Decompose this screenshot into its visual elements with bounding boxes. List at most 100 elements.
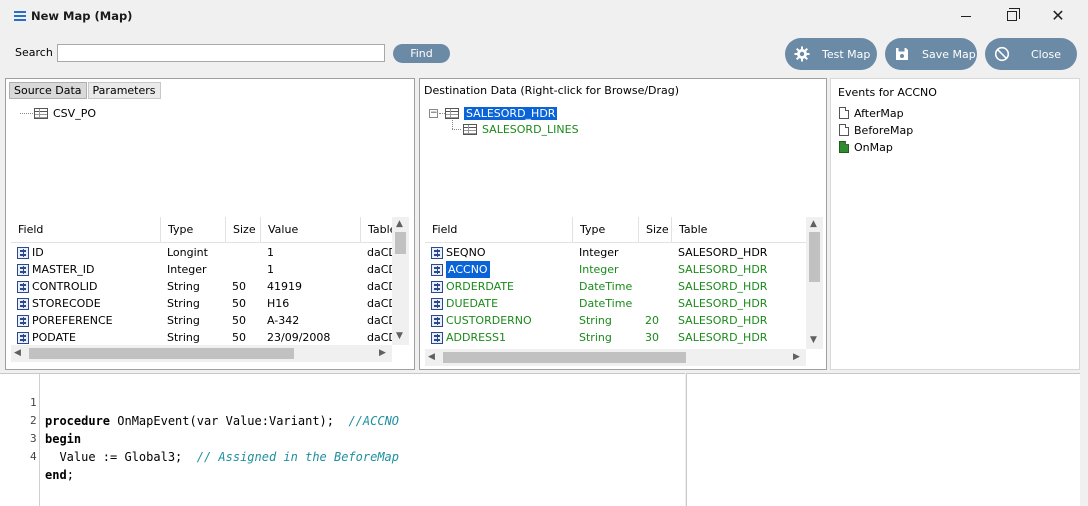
close-label: Close — [1031, 48, 1061, 61]
code-line[interactable]: 4 end; — [0, 430, 74, 482]
table-row[interactable]: DUEDATE DateTime SALESORD_HDR — [425, 295, 806, 312]
scroll-thumb[interactable] — [809, 232, 820, 282]
field-value: 23/09/2008 — [267, 331, 331, 344]
field-table: daCD — [367, 280, 392, 293]
field-icon — [431, 314, 443, 327]
table-icon — [445, 107, 459, 119]
field-value: 1 — [267, 263, 274, 276]
test-map-button[interactable]: Test Map — [785, 38, 877, 70]
field-type: Integer — [167, 263, 207, 276]
event-item-aftermap[interactable]: AfterMap — [839, 106, 904, 120]
code-line[interactable]: 2 begin — [0, 394, 81, 446]
scroll-thumb[interactable] — [395, 232, 406, 254]
code-line[interactable]: 3 Value := Global3; // Assigned in the B… — [0, 412, 399, 464]
column-header-size[interactable]: Size — [639, 217, 672, 243]
field-icon — [17, 246, 29, 259]
field-type: String — [167, 331, 200, 344]
column-header-table[interactable]: Table — [361, 217, 392, 243]
field-icon — [17, 280, 29, 293]
minimize-icon — [961, 15, 971, 17]
line-number: 1 — [30, 396, 37, 409]
app-menu-icon[interactable] — [14, 11, 26, 21]
table-row[interactable]: SEQNO Integer SALESORD_HDR — [425, 244, 806, 261]
field-type: String — [167, 314, 200, 327]
event-item-onmap[interactable]: OnMap — [839, 140, 893, 154]
tree-line — [20, 113, 33, 114]
scroll-right-icon[interactable]: ▶ — [793, 352, 800, 362]
document-icon — [839, 107, 849, 119]
column-header-size[interactable]: Size — [226, 217, 261, 243]
destination-vertical-scrollbar[interactable]: ▲ ▼ — [806, 217, 823, 349]
scroll-left-icon[interactable]: ◀ — [14, 348, 21, 358]
destination-horizontal-scrollbar[interactable]: ◀ ▶ — [425, 349, 806, 366]
editor-side-pane — [686, 373, 1080, 506]
document-filled-icon — [839, 141, 849, 153]
field-name: CUSTORDERNO — [446, 314, 532, 327]
field-icon — [17, 314, 29, 327]
field-size — [639, 261, 672, 278]
column-header-type[interactable]: Type — [161, 217, 226, 243]
scroll-thumb[interactable] — [29, 348, 294, 359]
source-vertical-scrollbar[interactable]: ▲ ▼ — [392, 217, 409, 345]
destination-tree-item-header[interactable]: SALESORD_HDR — [445, 106, 558, 120]
scroll-down-icon[interactable]: ▼ — [810, 335, 817, 345]
title-bar: New Map (Map) ✕ — [0, 0, 1088, 32]
field-table: daCD — [367, 314, 392, 327]
table-row[interactable]: ACCNO Integer SALESORD_HDR — [425, 261, 806, 278]
tab-source-data[interactable]: Source Data — [9, 82, 87, 99]
collapse-icon[interactable]: − — [429, 109, 438, 118]
field-type: String — [167, 297, 200, 310]
field-size — [639, 295, 672, 312]
scroll-up-icon[interactable]: ▲ — [396, 219, 403, 229]
column-header-type[interactable]: Type — [573, 217, 639, 243]
column-header-value[interactable]: Value — [261, 217, 361, 243]
table-row[interactable]: POREFERENCE String 50 A-342 daCD — [11, 312, 392, 329]
maximize-button[interactable] — [989, 0, 1035, 32]
event-item-beforemap[interactable]: BeforeMap — [839, 123, 913, 137]
code-line[interactable]: 1 procedure OnMapEvent(var Value:Variant… — [0, 376, 399, 428]
scroll-down-icon[interactable]: ▼ — [396, 331, 403, 341]
table-icon — [463, 123, 477, 135]
test-map-label: Test Map — [822, 48, 871, 61]
field-value: A-342 — [267, 314, 300, 327]
field-type: Integer — [579, 263, 619, 276]
window-close-button[interactable]: ✕ — [1035, 0, 1081, 32]
field-icon — [17, 331, 29, 344]
field-type: String — [579, 314, 612, 327]
field-table: SALESORD_HDR — [678, 331, 768, 344]
field-name: DUEDATE — [446, 297, 499, 310]
column-header-table[interactable]: Table — [672, 217, 806, 243]
source-tree-item[interactable]: CSV_PO — [34, 106, 96, 120]
close-button[interactable]: Close — [985, 38, 1077, 70]
table-row[interactable]: ID Longint 1 daCD — [11, 244, 392, 261]
save-map-button[interactable]: Save Map — [885, 38, 977, 70]
destination-header: Destination Data (Right-click for Browse… — [424, 84, 680, 97]
minimize-button[interactable] — [943, 0, 989, 32]
column-header-field[interactable]: Field — [11, 217, 161, 243]
destination-tree-item-lines[interactable]: SALESORD_LINES — [463, 122, 579, 136]
table-row[interactable]: CONTROLID String 50 41919 daCD — [11, 278, 392, 295]
table-row[interactable]: ADDRESS1 String 30 SALESORD_HDR — [425, 329, 806, 346]
scroll-thumb[interactable] — [443, 352, 686, 363]
code-keyword: begin — [45, 432, 82, 446]
table-row[interactable]: ORDERDATE DateTime SALESORD_HDR — [425, 278, 806, 295]
table-row[interactable]: CUSTORDERNO String 20 SALESORD_HDR — [425, 312, 806, 329]
code-editor[interactable]: 1 procedure OnMapEvent(var Value:Variant… — [0, 373, 685, 506]
window-border — [1080, 0, 1088, 506]
column-header-field[interactable]: Field — [425, 217, 573, 243]
scroll-up-icon[interactable]: ▲ — [810, 219, 817, 229]
tree-line — [452, 129, 461, 130]
table-row[interactable]: STORECODE String 50 H16 daCD — [11, 295, 392, 312]
field-icon — [431, 280, 443, 293]
table-row[interactable]: PODATE String 50 23/09/2008 daCD — [11, 329, 392, 346]
tab-parameters[interactable]: Parameters — [87, 82, 161, 99]
scroll-left-icon[interactable]: ◀ — [428, 352, 435, 362]
find-button[interactable]: Find — [393, 44, 450, 63]
search-input[interactable] — [57, 44, 385, 62]
scroll-right-icon[interactable]: ▶ — [379, 348, 386, 358]
source-horizontal-scrollbar[interactable]: ◀ ▶ — [11, 345, 392, 362]
field-type: String — [167, 280, 200, 293]
code-keyword: end — [45, 468, 67, 482]
table-row[interactable]: MASTER_ID Integer 1 daCD — [11, 261, 392, 278]
field-value: 41919 — [267, 280, 302, 293]
